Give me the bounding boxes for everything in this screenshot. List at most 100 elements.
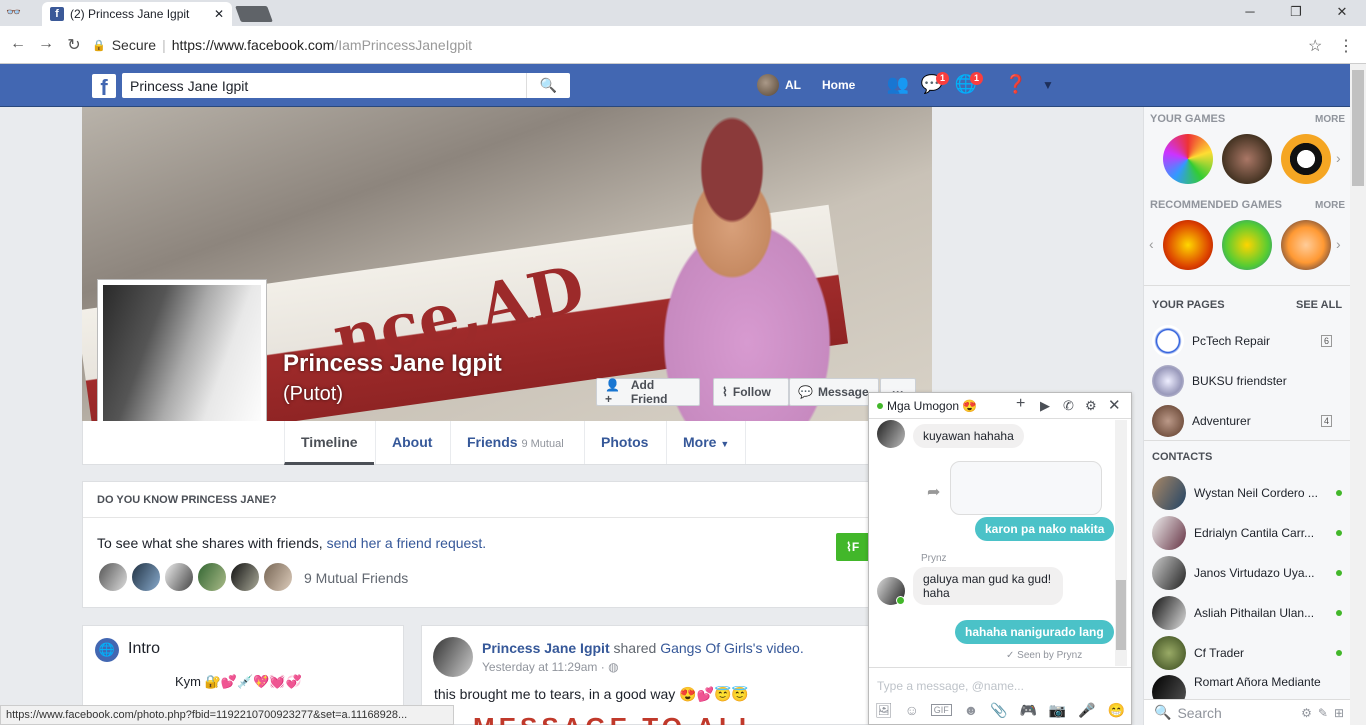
sticker-icon[interactable]: ☺ [905, 702, 919, 718]
tab-timeline[interactable]: Timeline [284, 421, 374, 465]
share-forward-icon[interactable]: ➦ [927, 482, 940, 502]
post-target-link[interactable]: Gangs Of Girls [660, 640, 753, 656]
add-people-icon[interactable]: + [1016, 395, 1025, 413]
gif-icon[interactable]: GIF [930, 704, 952, 716]
close-tab-icon[interactable]: ✕ [214, 7, 224, 21]
back-icon[interactable]: ← [8, 35, 28, 53]
follow-green-button[interactable]: ⌇F [836, 533, 872, 561]
tab-more[interactable]: More ▼ [666, 421, 747, 464]
follow-button[interactable]: ⌇ Follow [713, 378, 789, 406]
add-friend-button[interactable]: 👤+ Add Friend [596, 378, 700, 406]
page-item-buksu[interactable]: BUKSU friendster [1152, 365, 1332, 397]
games-more-link[interactable]: MORE [1315, 114, 1345, 125]
mutual-friends-count[interactable]: 9 Mutual Friends [304, 570, 408, 586]
reload-icon[interactable]: ↻ [64, 35, 84, 55]
smiley-emoji-icon[interactable]: 😁 [1108, 702, 1125, 719]
shared-screenshot-attachment[interactable] [950, 461, 1102, 515]
contact-item[interactable]: Janos Virtudazo Uya... [1152, 555, 1342, 591]
user-name-link[interactable]: AL [785, 78, 801, 92]
minimize-icon[interactable]: ─ [1240, 4, 1260, 19]
chevron-right-icon[interactable]: › [1336, 236, 1341, 252]
compose-icon[interactable]: ✎ [1318, 706, 1328, 720]
maximize-icon[interactable]: ❐ [1286, 4, 1306, 20]
8-ball-pool-game-icon[interactable] [1281, 134, 1331, 184]
chevron-right-icon[interactable]: › [1336, 150, 1341, 166]
post-author-avatar[interactable] [433, 637, 473, 677]
recommended-more-link[interactable]: MORE [1315, 200, 1345, 211]
send-friend-request-link[interactable]: send her a friend request. [327, 535, 487, 551]
new-group-icon[interactable]: ⊞ [1334, 706, 1344, 720]
page-item-adventurer[interactable]: Adventurer 4 [1152, 405, 1332, 437]
contact-item[interactable]: Asliah Pithailan Ulan... [1152, 595, 1342, 631]
warrior-game-icon[interactable] [1222, 134, 1272, 184]
do-you-know-text: To see what she shares with friends, sen… [97, 535, 486, 551]
url-field[interactable]: 🔒 Secure | https://www.facebook.com/IamP… [92, 33, 1332, 57]
mutual-friend-avatar[interactable] [130, 561, 162, 593]
divider [1144, 285, 1350, 286]
contact-avatar [1152, 476, 1186, 510]
contacts-search-input[interactable]: 🔍 Search ⚙ ✎ ⊞ [1144, 699, 1350, 725]
audio-icon[interactable]: 🎤 [1078, 702, 1095, 719]
page-scrollbar-thumb[interactable] [1352, 70, 1364, 186]
chat-scrollbar-thumb[interactable] [1116, 580, 1126, 650]
facebook-favicon-icon: f [50, 7, 64, 21]
mutual-friend-avatar[interactable] [163, 561, 195, 593]
profile-name[interactable]: Princess Jane Igpit [283, 350, 502, 378]
message-button[interactable]: 💬 Message [789, 378, 879, 406]
attachment-icon[interactable]: 📎 [990, 702, 1007, 719]
mutual-friend-avatar[interactable] [229, 561, 261, 593]
emoji-icon[interactable]: ☻ [964, 702, 979, 718]
tab-about[interactable]: About [375, 421, 448, 464]
close-window-icon[interactable]: ✕ [1332, 4, 1352, 20]
contact-item[interactable]: Cf Trader [1152, 635, 1342, 671]
naruto-game-icon[interactable] [1281, 220, 1331, 270]
contact-name: Wystan Neil Cordero ... [1194, 486, 1318, 500]
contact-item[interactable]: Edrialyn Cantila Carr... [1152, 515, 1342, 551]
browser-tab[interactable]: f (2) Princess Jane Igpit ✕ [42, 2, 232, 26]
gear-icon[interactable]: ⚙ [1301, 706, 1312, 720]
mutual-friend-avatar[interactable] [196, 561, 228, 593]
chat-participant-avatar[interactable] [877, 420, 905, 448]
post-timestamp[interactable]: Yesterday at 11:29am · ◍ [482, 660, 619, 674]
chat-message-input[interactable]: Type a message, @name... [877, 679, 1024, 693]
camera-icon[interactable]: 📷 [1049, 702, 1066, 719]
friend-requests-icon[interactable]: 👥 [886, 74, 910, 96]
post-author-link[interactable]: Princess Jane Igpit [482, 640, 610, 656]
chat-message-received: kuyawan hahaha [913, 424, 1024, 448]
phone-icon[interactable]: ✆ [1063, 398, 1074, 414]
tab-friends[interactable]: Friends 9 Mutual [450, 421, 580, 464]
chevron-left-icon[interactable]: ‹ [1149, 236, 1154, 252]
contact-item[interactable]: Wystan Neil Cordero ... [1152, 475, 1342, 511]
close-icon[interactable]: ✕ [1108, 396, 1121, 414]
chat-title[interactable]: Mga Umogon 😍 [887, 399, 977, 413]
mutual-friend-avatar[interactable] [97, 561, 129, 593]
help-icon[interactable]: ❓ [1004, 74, 1028, 96]
browser-menu-icon[interactable]: ⋮ [1338, 36, 1354, 56]
double-luck-game-icon[interactable] [1163, 220, 1213, 270]
see-all-link[interactable]: SEE ALL [1296, 299, 1342, 311]
post-video-thumbnail-text[interactable]: A MESSAGE TO ALL [440, 712, 759, 725]
mutual-friend-avatar[interactable] [262, 561, 294, 593]
doubleu-bingo-game-icon[interactable] [1222, 220, 1272, 270]
account-menu-chevron-down-icon[interactable]: ▼ [1036, 78, 1060, 100]
video-call-icon[interactable]: ▶ [1040, 398, 1050, 414]
online-status-icon [1336, 650, 1342, 656]
photo-icon[interactable]: 🖼 [875, 702, 893, 719]
bookmark-star-icon[interactable]: ☆ [1308, 36, 1322, 56]
user-avatar[interactable] [757, 74, 779, 96]
new-tab-button[interactable] [235, 6, 273, 22]
page-item-pctech[interactable]: PcTech Repair 6 [1152, 325, 1332, 357]
game-controller-icon[interactable]: 🎮 [1020, 702, 1037, 719]
search-input[interactable]: Princess Jane Igpit 🔍 [122, 73, 570, 98]
contact-item[interactable]: Romart Añora Mediante [1152, 675, 1342, 699]
forward-icon[interactable]: → [36, 35, 56, 53]
post-video-link[interactable]: 's video. [753, 640, 804, 656]
messages-badge: 1 [936, 72, 950, 85]
facebook-logo-icon[interactable]: f [92, 74, 116, 100]
tetris-game-icon[interactable] [1163, 134, 1213, 184]
search-icon[interactable]: 🔍 [526, 73, 570, 98]
gear-icon[interactable]: ⚙ [1085, 398, 1097, 414]
tab-photos[interactable]: Photos [584, 421, 664, 464]
post-text: this brought me to tears, in a good way … [434, 686, 749, 702]
home-link[interactable]: Home [822, 78, 855, 92]
